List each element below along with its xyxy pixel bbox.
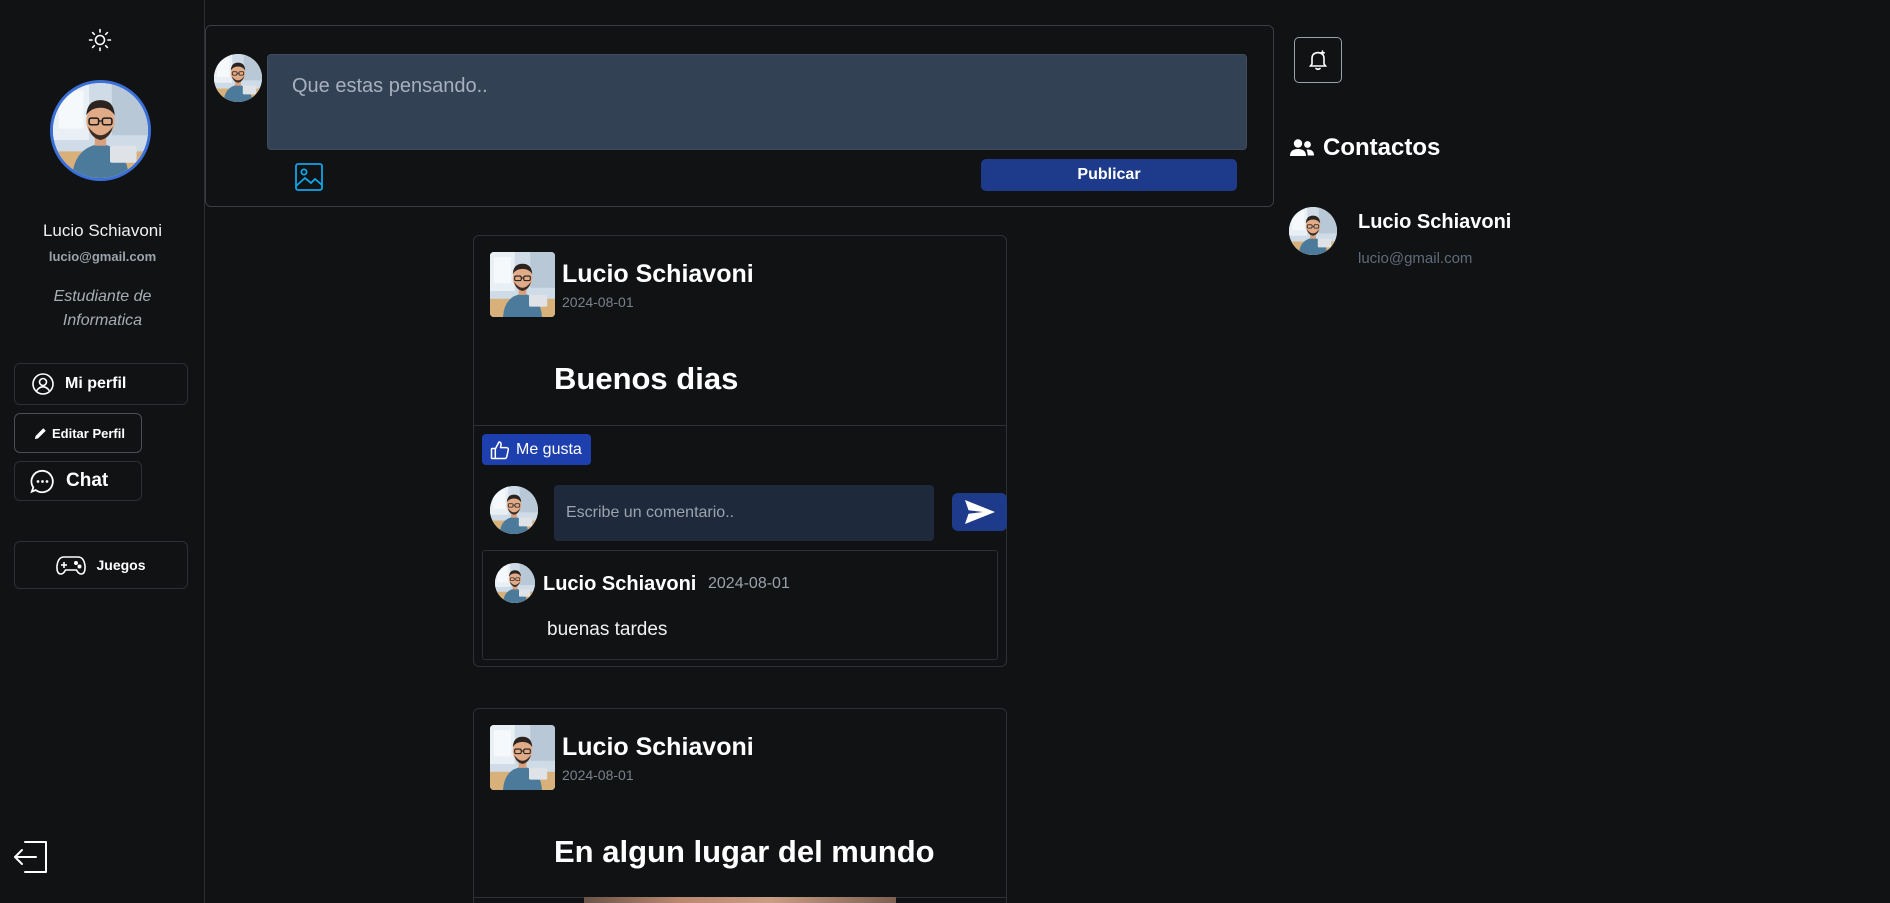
post-text: En algun lugar del mundo [554, 834, 935, 869]
post-date: 2024-08-01 [562, 294, 634, 310]
edit-profile-label: Editar Perfil [52, 425, 125, 441]
send-icon [964, 500, 995, 524]
games-button[interactable]: Juegos [14, 541, 188, 589]
contact-avatar [1289, 207, 1337, 255]
contacts-title: Contactos [1323, 134, 1441, 161]
thumbs-up-icon [490, 440, 510, 459]
chat-bubble-icon [30, 469, 54, 493]
post-text: Buenos dias [554, 361, 739, 396]
contact-item[interactable]: Lucio Schiavoni lucio@gmail.com [1289, 205, 1549, 275]
profile-avatar[interactable] [50, 80, 151, 181]
like-button[interactable]: Me gusta [482, 434, 591, 465]
left-sidebar: Lucio Schiavoni lucio@gmail.com Estudian… [0, 0, 205, 903]
chat-label: Chat [66, 470, 109, 491]
post-author[interactable]: Lucio Schiavoni [562, 260, 754, 289]
post-card: Lucio Schiavoni 2024-08-01 En algun luga… [473, 708, 1007, 903]
chat-button[interactable]: Chat [14, 461, 142, 501]
like-label: Me gusta [516, 440, 582, 458]
composer-avatar [214, 54, 262, 102]
image-icon[interactable] [294, 162, 324, 192]
comment-text: buenas tardes [547, 619, 668, 640]
comment-item: Lucio Schiavoni 2024-08-01 buenas tardes [482, 550, 998, 660]
send-comment-button[interactable] [952, 493, 1007, 531]
publish-button[interactable]: Publicar [981, 159, 1237, 191]
bell-icon[interactable] [1294, 37, 1342, 83]
contacts-heading: Contactos [1289, 134, 1440, 162]
sun-icon[interactable] [86, 26, 114, 54]
post-author-avatar[interactable] [490, 725, 555, 790]
comment-author: Lucio Schiavoni [543, 573, 697, 595]
my-profile-label: Mi perfil [65, 375, 127, 392]
games-label: Juegos [96, 557, 146, 573]
comment-author-avatar [495, 563, 535, 603]
user-circle-icon [32, 373, 54, 395]
post-divider [474, 425, 1006, 426]
comment-input[interactable] [554, 485, 934, 541]
logout-icon[interactable] [12, 838, 52, 878]
users-icon [1290, 139, 1314, 156]
post-image [584, 897, 896, 903]
profile-bio: Estudiante de Informatica [53, 288, 152, 329]
profile-name: Lucio Schiavoni [42, 221, 163, 240]
post-composer: Publicar [205, 25, 1274, 207]
commenter-avatar [490, 486, 538, 534]
contact-email: lucio@gmail.com [1358, 250, 1473, 267]
contact-name: Lucio Schiavoni [1358, 211, 1512, 233]
post-card: Lucio Schiavoni 2024-08-01 Buenos dias M… [473, 235, 1007, 667]
post-author[interactable]: Lucio Schiavoni [562, 733, 754, 762]
post-input[interactable] [267, 54, 1247, 150]
gamepad-icon [56, 556, 87, 575]
comment-date: 2024-08-01 [708, 575, 790, 592]
edit-profile-button[interactable]: Editar Perfil [14, 413, 142, 453]
post-date: 2024-08-01 [562, 767, 634, 783]
pencil-icon [34, 427, 46, 439]
post-author-avatar[interactable] [490, 252, 555, 317]
profile-email: lucio@gmail.com [48, 249, 157, 264]
my-profile-button[interactable]: Mi perfil [14, 363, 188, 405]
